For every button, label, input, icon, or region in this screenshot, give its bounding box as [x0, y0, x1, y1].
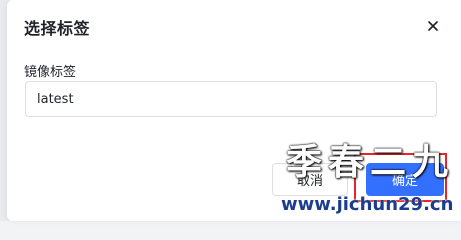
cancel-button[interactable]: 取消: [272, 163, 348, 196]
close-button[interactable]: [425, 18, 441, 34]
image-tag-label: 镜像标签: [24, 65, 77, 80]
close-icon: [428, 21, 438, 31]
highlight-box: [354, 153, 447, 202]
dialog-title: 选择标签: [24, 19, 91, 38]
image-tag-input[interactable]: [25, 81, 437, 117]
